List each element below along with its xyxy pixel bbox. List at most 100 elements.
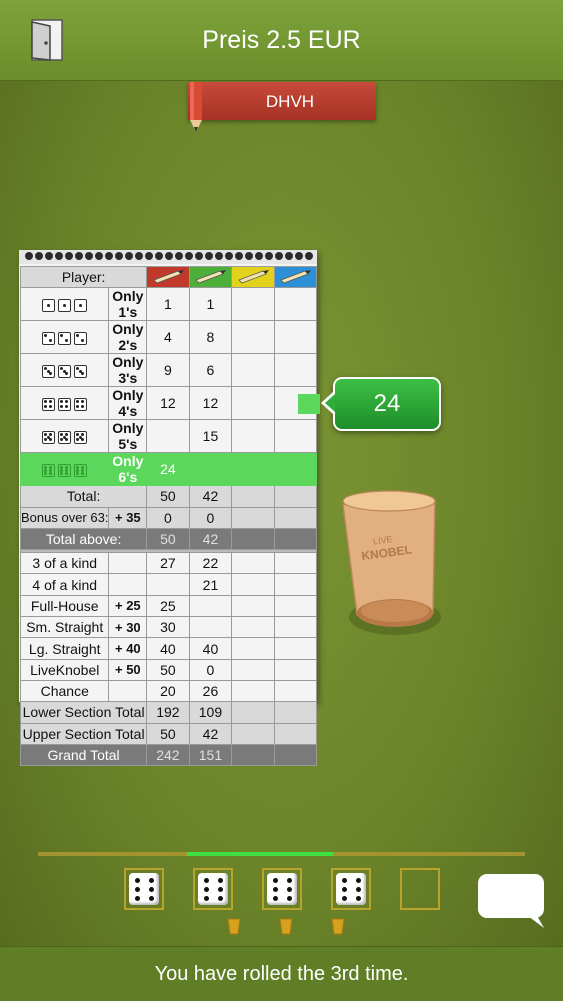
player-2-score[interactable] [188,452,233,487]
player-3-score[interactable] [231,552,275,575]
player-2-score[interactable]: 12 [188,386,233,421]
player-4-score[interactable] [273,637,318,660]
player-3-score[interactable] [231,573,275,596]
score-table: Player: Only 1's 1 1 Only 2's 4 8 Only 3's 9 6 On… [19,265,318,767]
dice-slot[interactable] [124,868,164,910]
category-label: Chance [19,679,110,703]
player-1-score[interactable]: 9 [146,353,190,388]
dice-slot[interactable] [331,868,371,910]
dice-slot[interactable] [193,868,233,910]
player-1-score[interactable]: 30 [146,616,190,639]
player-4-score[interactable] [273,594,318,618]
player-1-score[interactable] [146,573,190,596]
die-5-icon [58,431,72,445]
die-4-icon [58,398,72,412]
player-4-score [273,722,318,745]
player-4-score[interactable] [273,353,318,388]
player-2-score[interactable]: 22 [188,552,233,575]
player-3-score[interactable] [231,386,275,421]
player-1-score[interactable] [146,419,190,454]
player-1-pencil-icon[interactable] [146,265,190,289]
player-4-score[interactable] [273,616,318,639]
scorecard: Player: Only 1's 1 1 Only 2's 4 8 Only 3's 9 6 On… [19,250,318,767]
die-6-icon [267,873,297,905]
player-2-score[interactable]: 0 [188,658,233,681]
player-4-pencil-icon[interactable] [273,265,318,289]
spiral-ring [85,252,93,260]
score-row-sm-straight[interactable]: Sm. Straight + 30 30 [19,616,318,639]
player-3-score[interactable] [231,287,275,322]
player-3-score[interactable] [231,419,275,454]
die-6-icon [129,873,159,905]
score-row-full-house[interactable]: Full-House + 25 25 [19,594,318,618]
dice-slot[interactable] [262,868,302,910]
player-2-score[interactable]: 26 [188,679,233,703]
dice-icon-group [19,419,110,454]
player-4-score [273,485,318,508]
player-4-score[interactable] [273,552,318,575]
player-2-score[interactable] [188,594,233,618]
player-1-score[interactable]: 4 [146,320,190,355]
player-1-score[interactable]: 12 [146,386,190,421]
die-6-icon [74,464,88,478]
dice-cup-icon[interactable]: LIVE KNOBEL [335,485,447,645]
chat-bubble-icon[interactable] [476,872,546,928]
dice-slot[interactable] [400,868,440,910]
player-1-score[interactable]: 27 [146,552,190,575]
score-row-only-4-s[interactable]: Only 4's 12 12 [19,386,318,421]
score-row-3-of-a-kind[interactable]: 3 of a kind 27 22 [19,552,318,575]
player-1-score[interactable]: 25 [146,594,190,618]
score-preview-badge[interactable]: 24 [321,377,441,431]
player-2-score[interactable]: 15 [188,419,233,454]
category-label: Only 1's [108,287,148,322]
player-3-score [231,485,275,508]
score-row-only-6-s[interactable]: Only 6's 24 [19,452,318,487]
player-4-score [273,506,318,529]
player-4-score [273,527,318,551]
player-3-score[interactable] [231,320,275,355]
player-3-score[interactable] [231,594,275,618]
player-4-score[interactable] [273,419,318,454]
player-3-score[interactable] [231,353,275,388]
category-label: Only 3's [108,353,148,388]
score-row-only-3-s[interactable]: Only 3's 9 6 [19,353,318,388]
status-bar: You have rolled the 3rd time. [0,946,563,1001]
score-row-only-5-s[interactable]: Only 5's 15 [19,419,318,454]
die-1-icon [74,299,88,313]
player-2-score[interactable]: 6 [188,353,233,388]
player-2-score: 151 [188,743,233,767]
player-1-score[interactable]: 1 [146,287,190,322]
player-2-score[interactable]: 1 [188,287,233,322]
table-header-row: Player: [19,265,318,289]
score-row-4-of-a-kind[interactable]: 4 of a kind 21 [19,573,318,596]
player-3-score[interactable] [231,679,275,703]
player-1-score[interactable]: 50 [146,658,190,681]
category-label: Full-House [19,594,110,618]
score-row-lg-straight[interactable]: Lg. Straight + 40 40 40 [19,637,318,660]
player-2-score[interactable]: 21 [188,573,233,596]
player-3-score[interactable] [231,637,275,660]
player-3-score[interactable] [231,452,275,487]
score-row-only-1-s[interactable]: Only 1's 1 1 [19,287,318,322]
player-4-score[interactable] [273,679,318,703]
player-2-score[interactable] [188,616,233,639]
score-row-only-2-s[interactable]: Only 2's 4 8 [19,320,318,355]
player-4-score[interactable] [273,452,318,487]
player-2-score[interactable]: 40 [188,637,233,660]
player-3-score[interactable] [231,616,275,639]
spiral-ring [235,252,243,260]
player-4-score[interactable] [273,287,318,322]
player-2-pencil-icon[interactable] [188,265,233,289]
score-row-chance[interactable]: Chance 20 26 [19,679,318,703]
player-3-score[interactable] [231,658,275,681]
player-1-score[interactable]: 40 [146,637,190,660]
player-4-score[interactable] [273,658,318,681]
spiral-ring [265,252,273,260]
player-1-score[interactable]: 24 [146,452,190,487]
score-row-liveknobel[interactable]: LiveKnobel + 50 50 0 [19,658,318,681]
player-4-score[interactable] [273,320,318,355]
player-3-pencil-icon[interactable] [231,265,275,289]
player-4-score[interactable] [273,573,318,596]
player-2-score[interactable]: 8 [188,320,233,355]
player-1-score[interactable]: 20 [146,679,190,703]
